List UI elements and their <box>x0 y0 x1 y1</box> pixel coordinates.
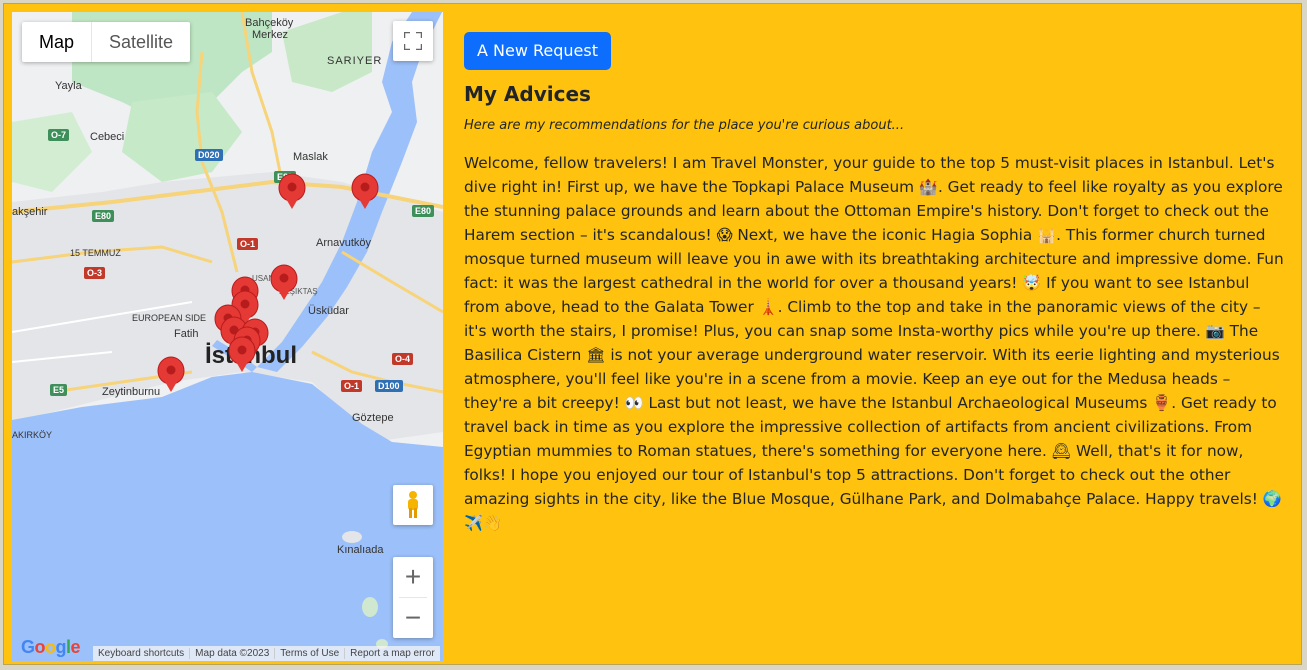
map-data-text: Map data ©2023 <box>189 648 274 659</box>
map-label-sariyer: SARIYER <box>327 55 383 67</box>
map-label-merkez: Merkez <box>252 29 289 41</box>
map-label-istanbul: İstanbul <box>205 342 298 369</box>
map-label-aksehir: akşehir <box>12 206 48 218</box>
map-type-control: Map Satellite <box>22 22 191 62</box>
map-attribution: Keyboard shortcuts Map data ©2023 Terms … <box>93 646 440 661</box>
map-type-map-button[interactable]: Map <box>22 22 91 62</box>
map-label-arnavutkoy: Arnavutköy <box>316 237 372 249</box>
zoom-out-button[interactable]: − <box>393 598 433 638</box>
advice-heading: My Advices <box>464 82 591 106</box>
map-label-european-side: EUROPEAN SIDE <box>132 313 207 323</box>
map-label-besiktas: BEŞIKTAŞ <box>279 287 318 296</box>
keyboard-shortcuts-link[interactable]: Keyboard shortcuts <box>93 648 189 659</box>
map-label-bahcekoy: Bahçeköy <box>245 17 294 29</box>
map-label-goztepe: Göztepe <box>352 412 394 424</box>
map-label-fatih: Fatih <box>174 328 199 340</box>
road-shield-o1-north: O-1 <box>237 238 259 250</box>
advice-panel: A New Request My Advices Here are my rec… <box>464 32 1284 535</box>
report-map-error-link[interactable]: Report a map error <box>344 648 439 659</box>
map-type-satellite-button[interactable]: Satellite <box>91 22 190 62</box>
road-shield-e80-east: E80 <box>412 205 435 217</box>
google-logo[interactable]: Google <box>21 637 81 658</box>
road-shield-d100: D100 <box>375 380 403 392</box>
zoom-control: + − <box>393 557 433 638</box>
zoom-in-button[interactable]: + <box>393 557 433 597</box>
pegman-icon <box>408 491 418 518</box>
map-label-zeytinburnu: Zeytinburnu <box>102 386 161 398</box>
road-shield-e80-north: E80 <box>274 171 297 183</box>
road-shield-o3: O-3 <box>84 267 106 279</box>
map-label-uskudar: Üsküdar <box>308 305 349 317</box>
road-shield-e5: E5 <box>50 384 68 396</box>
map-label-cebeci: Cebeci <box>90 131 125 143</box>
map-label-maslak: Maslak <box>293 151 328 163</box>
fullscreen-icon <box>404 32 422 50</box>
road-shield-o4: O-4 <box>392 353 414 365</box>
map-label-bakirkoy: AKIRKÖY <box>12 430 53 440</box>
road-shield-o7: O-7 <box>48 129 70 141</box>
street-view-button[interactable] <box>393 485 433 525</box>
advice-subtitle: Here are my recommendations for the plac… <box>464 118 905 133</box>
road-shield-d020: D020 <box>195 149 223 161</box>
map-canvas[interactable] <box>12 12 443 661</box>
google-map[interactable]: Bahçeköy Merkez SARIYER Yayla Cebeci Mas… <box>12 12 443 661</box>
road-shield-o1-south: O-1 <box>341 380 363 392</box>
fullscreen-button[interactable] <box>393 21 433 61</box>
map-label-yayla: Yayla <box>55 80 82 92</box>
advice-text: Welcome, fellow travelers! I am Travel M… <box>464 154 1284 532</box>
map-label-kinaliada: Kınalıada <box>337 544 384 556</box>
terms-of-use-link[interactable]: Terms of Use <box>274 648 344 659</box>
new-request-button[interactable]: A New Request <box>464 32 612 70</box>
map-label-15-temmuz: 15 TEMMUZ <box>70 248 121 258</box>
app-frame: Bahçeköy Merkez SARIYER Yayla Cebeci Mas… <box>3 3 1302 665</box>
map-label-usan: USAN <box>252 274 275 283</box>
road-shield-e80-west: E80 <box>92 210 115 222</box>
